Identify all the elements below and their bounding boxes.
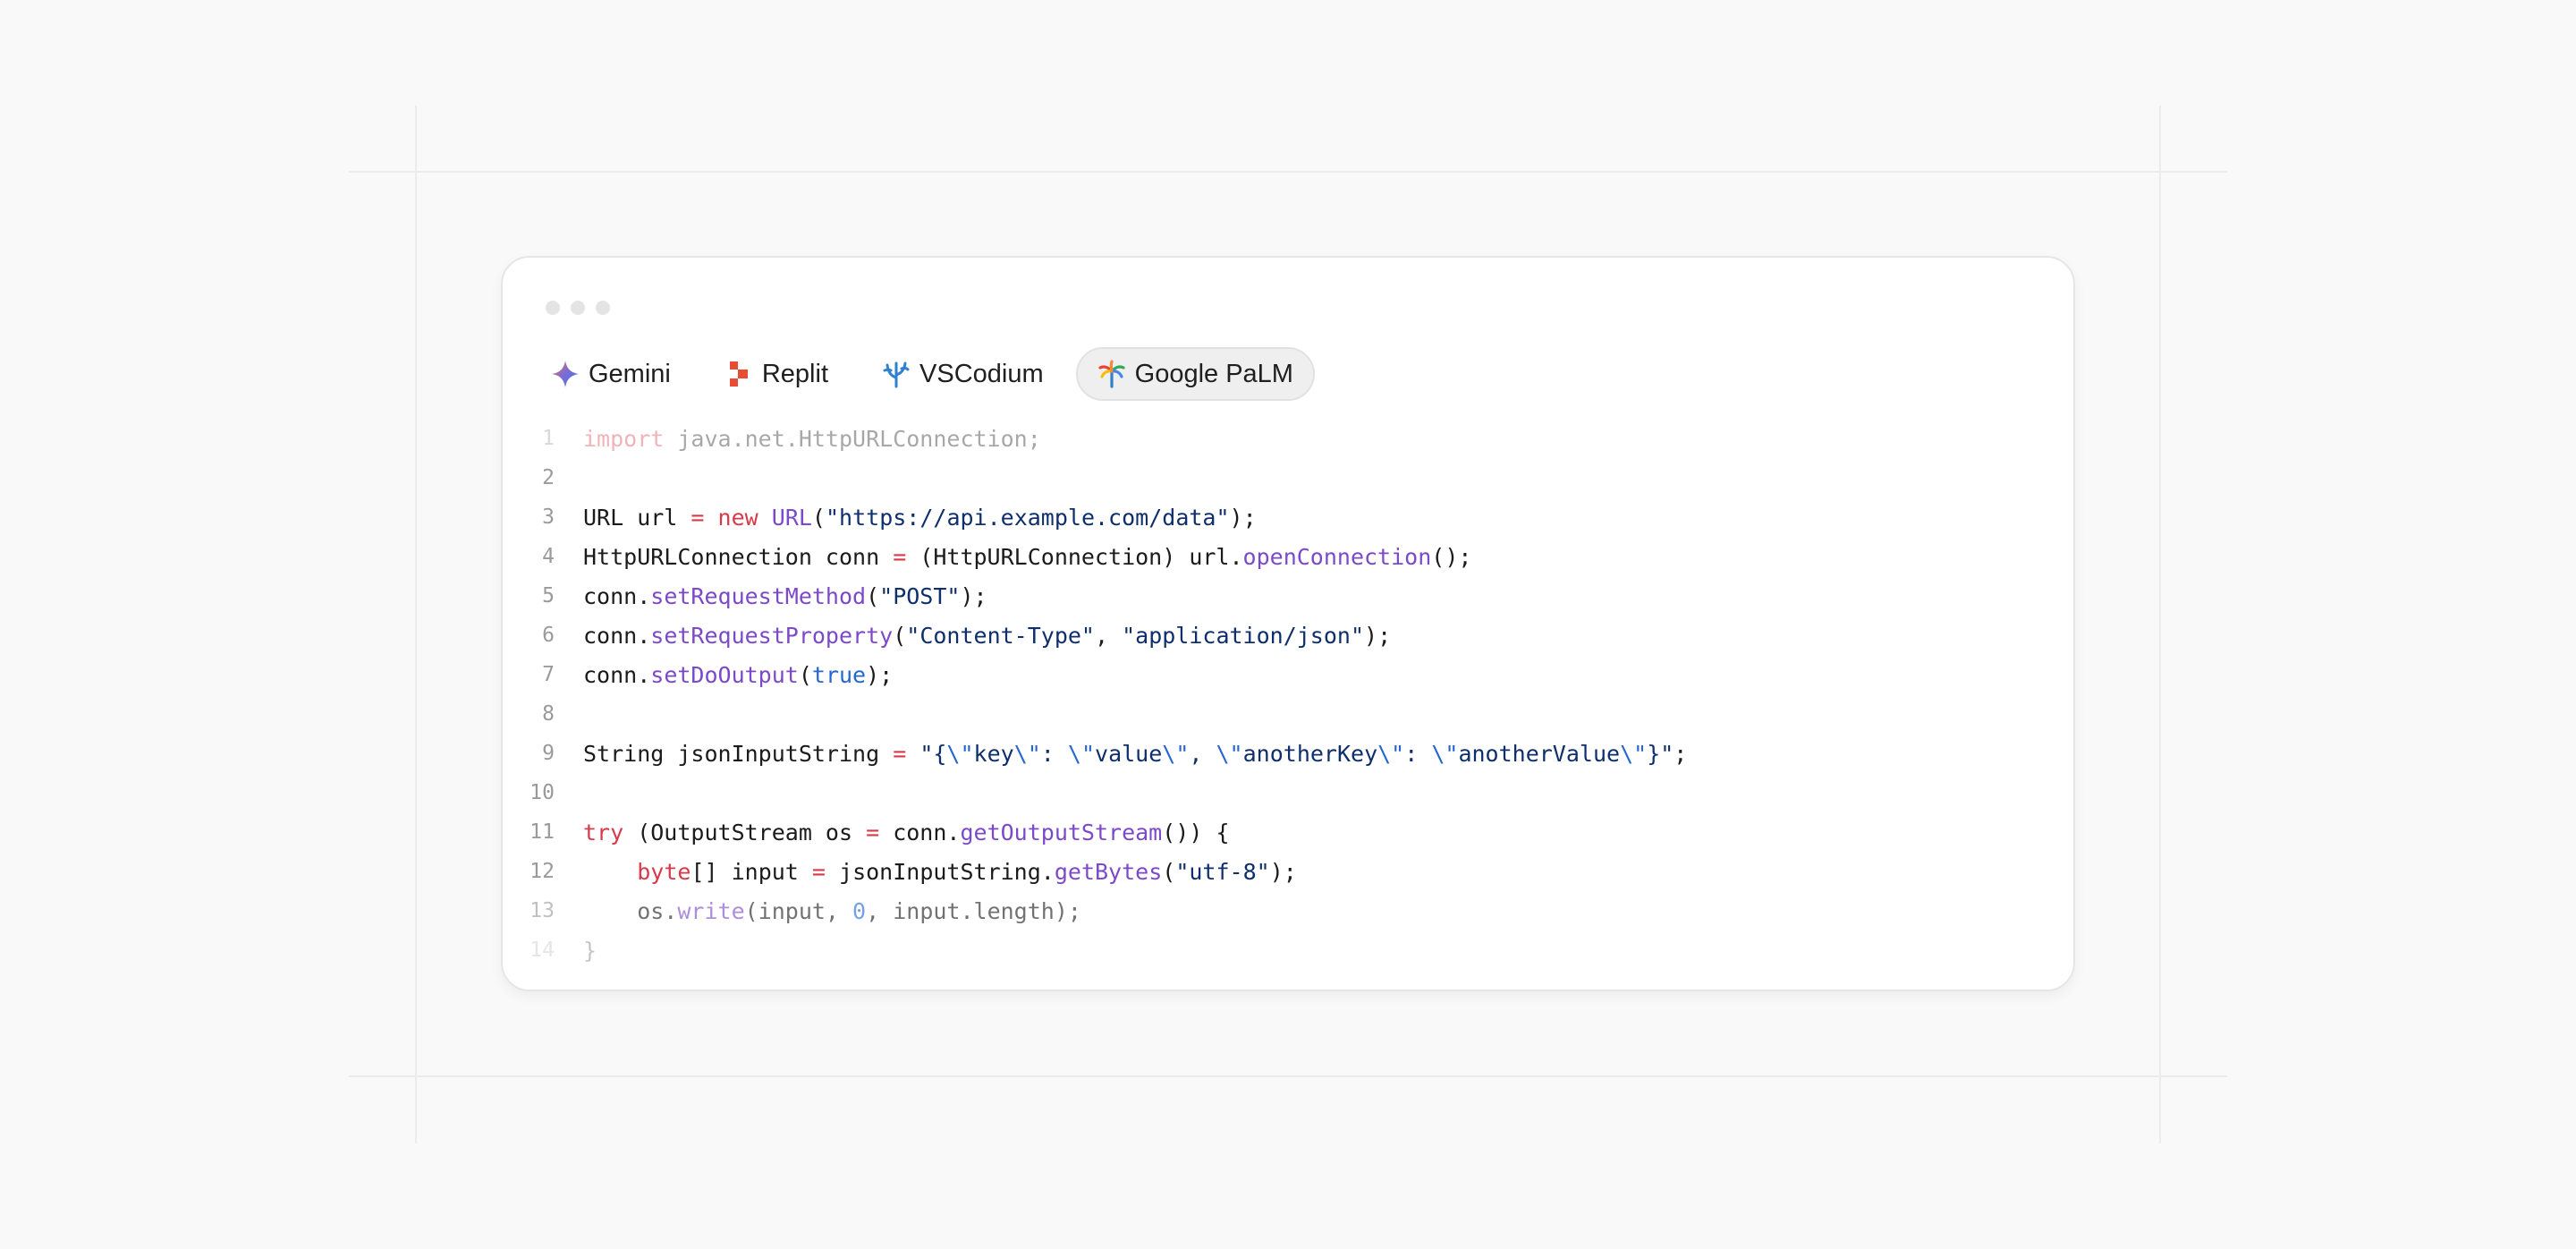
guide-line-right bbox=[2159, 106, 2161, 1143]
code-line: 1 import java.net.HttpURLConnection; bbox=[503, 419, 2073, 458]
tab-google-palm-label: Google PaLM bbox=[1134, 359, 1293, 388]
line-number: 10 bbox=[530, 781, 555, 804]
line-number: 1 bbox=[542, 427, 555, 450]
line-number: 7 bbox=[542, 663, 555, 686]
tab-google-palm[interactable]: Google PaLM bbox=[1075, 347, 1315, 401]
tab-vscodium[interactable]: VSCodium bbox=[860, 347, 1065, 401]
code-line: 7 conn.setDoOutput(true); bbox=[503, 655, 2073, 694]
code-line: 8 bbox=[503, 694, 2073, 734]
code-window: Gemini Replit VSCodium Google PaLM 1 imp… bbox=[501, 256, 2075, 991]
code-text: try (OutputStream os = conn.getOutputStr… bbox=[583, 819, 1230, 845]
code-line: 9 String jsonInputString = "{\"key\": \"… bbox=[503, 734, 2073, 773]
minimize-dot[interactable] bbox=[571, 301, 585, 315]
code-text: conn.setRequestProperty("Content-Type", … bbox=[583, 622, 1392, 649]
tab-replit[interactable]: Replit bbox=[703, 347, 850, 401]
line-number: 3 bbox=[542, 506, 555, 529]
guide-line-bottom bbox=[349, 1075, 2227, 1077]
code-text: conn.setDoOutput(true); bbox=[583, 661, 894, 688]
code-text: import java.net.HttpURLConnection; bbox=[583, 425, 1041, 452]
code-block: 1 import java.net.HttpURLConnection; 2 3… bbox=[503, 419, 2073, 970]
code-line: 12 byte[] input = jsonInputString.getByt… bbox=[503, 852, 2073, 891]
gemini-icon bbox=[551, 360, 580, 388]
code-text: os.write(input, 0, input.length); bbox=[583, 897, 1081, 924]
line-number: 12 bbox=[530, 860, 555, 883]
code-line: 2 bbox=[503, 458, 2073, 497]
code-line: 6 conn.setRequestProperty("Content-Type"… bbox=[503, 616, 2073, 655]
code-text: conn.setRequestMethod("POST"); bbox=[583, 582, 987, 609]
code-text: } bbox=[583, 937, 597, 964]
line-number: 2 bbox=[542, 466, 555, 489]
line-number: 4 bbox=[542, 545, 555, 568]
window-controls bbox=[546, 301, 610, 315]
model-tabs: Gemini Replit VSCodium Google PaLM bbox=[530, 347, 1315, 401]
code-text: URL url = new URL("https://api.example.c… bbox=[583, 504, 1257, 531]
code-line: 13 os.write(input, 0, input.length); bbox=[503, 891, 2073, 930]
close-dot[interactable] bbox=[546, 301, 560, 315]
code-line: 14 } bbox=[503, 930, 2073, 970]
code-text: String jsonInputString = "{\"key\": \"va… bbox=[583, 740, 1688, 767]
code-line: 11 try (OutputStream os = conn.getOutput… bbox=[503, 812, 2073, 852]
tab-gemini[interactable]: Gemini bbox=[530, 347, 692, 401]
maximize-dot[interactable] bbox=[596, 301, 610, 315]
code-line: 4 HttpURLConnection conn = (HttpURLConne… bbox=[503, 537, 2073, 576]
line-number: 9 bbox=[542, 742, 555, 765]
guide-line-left bbox=[415, 106, 417, 1143]
replit-icon bbox=[724, 360, 753, 388]
vscodium-icon bbox=[882, 360, 911, 388]
line-number: 14 bbox=[530, 939, 555, 962]
line-number: 6 bbox=[542, 624, 555, 647]
code-line: 10 bbox=[503, 773, 2073, 812]
code-text: HttpURLConnection conn = (HttpURLConnect… bbox=[583, 543, 1472, 570]
line-number: 8 bbox=[542, 702, 555, 726]
tab-replit-label: Replit bbox=[761, 359, 829, 388]
line-number: 5 bbox=[542, 584, 555, 608]
code-text: byte[] input = jsonInputString.getBytes(… bbox=[637, 858, 1297, 885]
google-palm-icon bbox=[1097, 360, 1126, 388]
tab-gemini-label: Gemini bbox=[589, 359, 671, 388]
line-number: 13 bbox=[530, 899, 555, 922]
line-number: 11 bbox=[530, 820, 555, 844]
tab-vscodium-label: VSCodium bbox=[919, 359, 1044, 388]
guide-line-top bbox=[349, 171, 2227, 173]
code-line: 5 conn.setRequestMethod("POST"); bbox=[503, 576, 2073, 616]
code-line: 3 URL url = new URL("https://api.example… bbox=[503, 497, 2073, 537]
